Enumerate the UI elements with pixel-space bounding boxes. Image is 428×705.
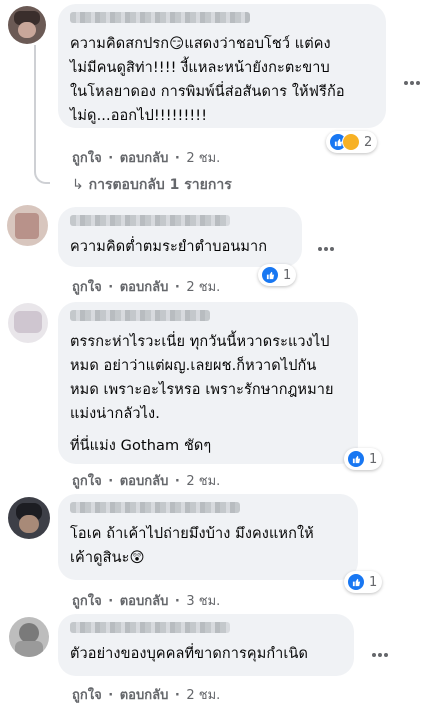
comment-text: ตรรกะห่าไรวะเนี่ย ทุกวันนี้หวาดระแวงไป ห… (70, 334, 334, 422)
reply-thread-line (34, 45, 50, 184)
like-link[interactable]: ถูกใจ (72, 151, 102, 166)
reaction-summary[interactable]: 1 (344, 571, 383, 593)
reply-arrow-icon: ↳ (72, 177, 84, 193)
comment-actions: ถูกใจ · ตอบกลับ · 3 ชม. (72, 594, 221, 609)
reaction-count: 1 (369, 574, 378, 590)
comment-bubble: ความคิดต่ำตมระยำตำบอนมาก (58, 207, 302, 267)
reply-link[interactable]: ตอบกลับ (120, 474, 169, 489)
comment-time[interactable]: 3 ชม. (186, 594, 220, 609)
commenter-name[interactable] (70, 502, 240, 513)
like-link[interactable]: ถูกใจ (72, 594, 102, 609)
commenter-name[interactable] (70, 215, 230, 226)
comment-actions: ถูกใจ · ตอบกลับ · 2 ชม. (72, 474, 221, 489)
like-link[interactable]: ถูกใจ (72, 474, 102, 489)
like-icon (347, 573, 365, 591)
comment-text: ความคิดต่ำตมระยำตำบอนมาก (70, 239, 268, 255)
reaction-summary[interactable]: 2 (326, 131, 378, 153)
avatar[interactable] (7, 205, 48, 246)
comment-text: ตัวอย่างของบุคคลที่ขาดการคุมกำเนิด (70, 646, 308, 662)
comment-actions: ถูกใจ · ตอบกลับ · 2 ชม. (72, 151, 221, 166)
more-options-icon[interactable] (318, 236, 338, 251)
reply-link[interactable]: ตอบกลับ (120, 151, 169, 166)
comment-time[interactable]: 2 ชม. (186, 151, 220, 166)
comment-actions: ถูกใจ · ตอบกลับ · 2 ชม. (72, 280, 221, 295)
comment-bubble: ความคิดสกปรก😏แสดงว่าชอบโชว์ แต่คง ไม่มีค… (58, 4, 386, 128)
avatar[interactable] (8, 497, 50, 539)
like-icon (261, 266, 279, 284)
more-options-icon[interactable] (404, 70, 424, 85)
reply-link[interactable]: ตอบกลับ (120, 280, 169, 295)
like-icon (347, 450, 365, 468)
comment-time[interactable]: 2 ชม. (186, 688, 220, 703)
reply-link[interactable]: ตอบกลับ (120, 594, 169, 609)
care-icon (342, 133, 360, 151)
reply-link[interactable]: ตอบกลับ (120, 688, 169, 703)
comment-text-2: ที่นี่แม่ง Gotham ชัดๆ (70, 438, 212, 454)
comment-bubble: ตรรกะห่าไรวะเนี่ย ทุกวันนี้หวาดระแวงไป ห… (58, 302, 358, 464)
avatar[interactable] (9, 617, 49, 657)
comment-time[interactable]: 2 ชม. (186, 474, 220, 489)
commenter-name[interactable] (70, 12, 250, 23)
comment-time[interactable]: 2 ชม. (186, 280, 220, 295)
comment-text: ความคิดสกปรก😏แสดงว่าชอบโชว์ แต่คง ไม่มีค… (70, 36, 345, 124)
comment-bubble: ตัวอย่างของบุคคลที่ขาดการคุมกำเนิด (58, 614, 354, 676)
like-link[interactable]: ถูกใจ (72, 280, 102, 295)
reaction-count: 1 (283, 267, 292, 283)
commenter-name[interactable] (70, 622, 230, 633)
reaction-count: 1 (369, 451, 378, 467)
commenter-name[interactable] (70, 310, 210, 321)
more-options-icon[interactable] (372, 642, 392, 657)
reaction-count: 2 (364, 134, 373, 150)
avatar[interactable] (8, 303, 48, 343)
view-replies-link[interactable]: ↳ การตอบกลับ 1 รายการ (72, 174, 232, 196)
comment-actions: ถูกใจ · ตอบกลับ · 2 ชม. (72, 688, 221, 703)
reaction-summary[interactable]: 1 (344, 448, 383, 470)
comment-text: โอเค ถ้าเค้าไปถ่ายมึงบ้าง มึงคงแหกให้ เค… (70, 526, 314, 566)
avatar[interactable] (8, 6, 46, 44)
comment-bubble: โอเค ถ้าเค้าไปถ่ายมึงบ้าง มึงคงแหกให้ เค… (58, 494, 358, 580)
reaction-summary[interactable]: 1 (258, 264, 297, 286)
like-link[interactable]: ถูกใจ (72, 688, 102, 703)
